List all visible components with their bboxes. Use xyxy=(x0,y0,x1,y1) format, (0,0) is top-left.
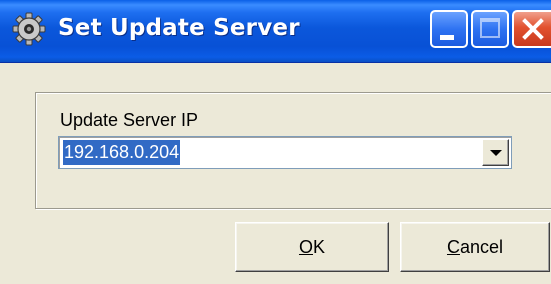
ok-button-label: K xyxy=(313,237,326,257)
close-icon xyxy=(520,16,546,42)
maximize-icon xyxy=(480,18,500,38)
update-server-ip-label: Update Server IP xyxy=(60,110,199,130)
cancel-button[interactable]: Cancel xyxy=(400,222,550,272)
maximize-button[interactable] xyxy=(471,10,509,48)
chevron-down-icon xyxy=(490,150,502,156)
update-server-ip-combobox[interactable]: 192.168.0.204 xyxy=(58,136,512,169)
close-button[interactable] xyxy=(512,10,551,48)
gear-icon xyxy=(12,12,46,46)
update-server-ip-value[interactable]: 192.168.0.204 xyxy=(63,140,181,165)
ok-button-mnemonic: O xyxy=(298,237,313,257)
title-bar[interactable]: Set Update Server xyxy=(0,0,551,63)
ok-button[interactable]: OK xyxy=(235,222,389,272)
cancel-button-label: ancel xyxy=(459,237,504,257)
window-title: Set Update Server xyxy=(58,15,300,41)
dropdown-button[interactable] xyxy=(482,139,509,166)
set-update-server-dialog: Set Update Server Update Server IP 192.1… xyxy=(0,0,551,284)
cancel-button-mnemonic: C xyxy=(446,237,460,257)
minimize-icon xyxy=(440,35,454,40)
minimize-button[interactable] xyxy=(430,10,468,48)
